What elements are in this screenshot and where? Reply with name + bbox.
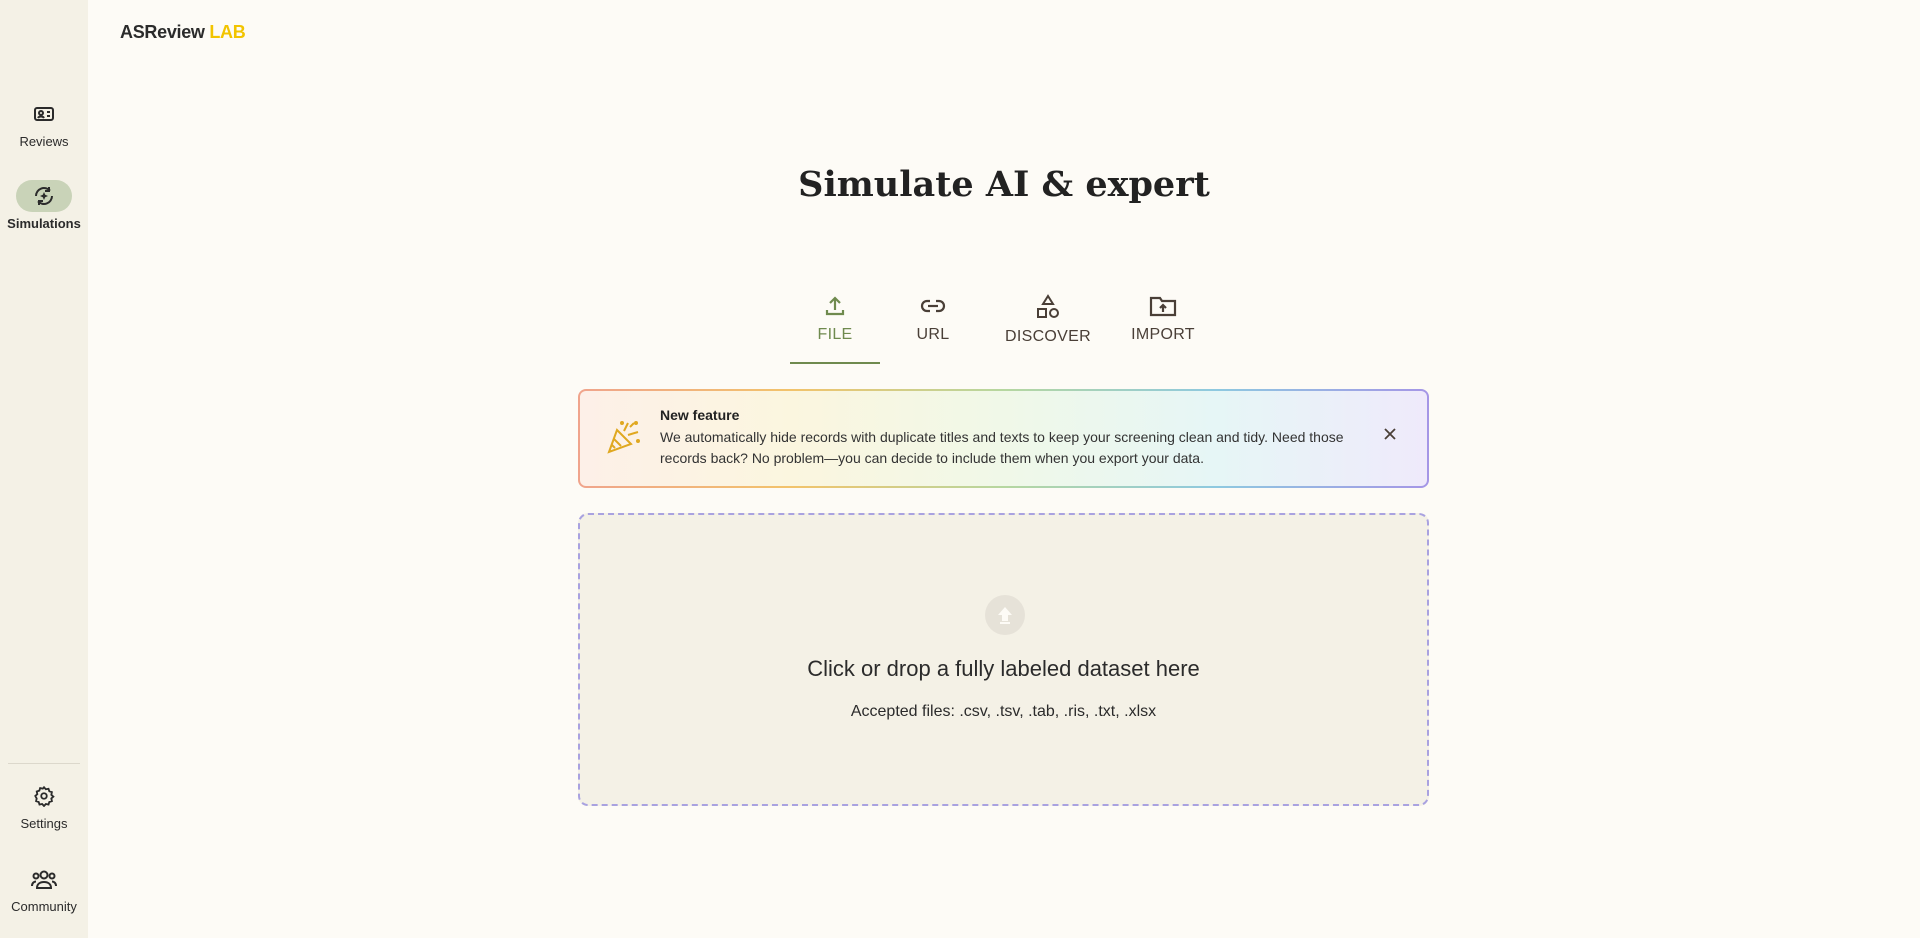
tab-label: FILE bbox=[817, 326, 853, 343]
tab-import[interactable]: IMPORT bbox=[1102, 290, 1224, 364]
sidebar-item-settings[interactable]: Settings bbox=[0, 780, 88, 831]
close-banner-button[interactable] bbox=[1383, 427, 1397, 446]
logo-main: ASReview bbox=[120, 22, 205, 42]
nav-pill bbox=[16, 863, 72, 895]
nav-pill-active bbox=[16, 180, 72, 212]
page-title: Simulate AI & expert bbox=[798, 164, 1210, 205]
banner-content: New feature We automatically hide record… bbox=[580, 391, 1427, 486]
upload-icon bbox=[825, 296, 845, 316]
folder-upload-icon bbox=[1149, 296, 1177, 317]
nav-pill bbox=[16, 98, 72, 130]
dropzone-main-text: Click or drop a fully labeled dataset he… bbox=[807, 656, 1200, 681]
sidebar-item-label: Reviews bbox=[19, 134, 69, 149]
tab-label: DISCOVER bbox=[1005, 328, 1091, 345]
close-icon bbox=[1384, 428, 1396, 440]
app-logo[interactable]: ASReview LAB bbox=[120, 22, 246, 43]
tab-label: URL bbox=[916, 326, 950, 343]
sidebar: Reviews Simulations Settings Community bbox=[0, 0, 88, 938]
party-popper-icon bbox=[607, 421, 640, 454]
sidebar-divider bbox=[8, 763, 80, 764]
banner-title: New feature bbox=[660, 407, 740, 423]
sidebar-item-label: Community bbox=[11, 899, 77, 914]
upload-arrow-icon bbox=[998, 607, 1012, 624]
tab-file[interactable]: FILE bbox=[790, 290, 880, 364]
community-icon bbox=[31, 870, 57, 889]
logo-accent: LAB bbox=[209, 22, 246, 42]
banner-text: New feature We automatically hide record… bbox=[660, 407, 1360, 469]
sidebar-item-community[interactable]: Community bbox=[0, 863, 88, 914]
tab-url[interactable]: URL bbox=[872, 290, 994, 364]
tab-discover[interactable]: DISCOVER bbox=[994, 290, 1102, 364]
simulations-icon bbox=[35, 187, 53, 205]
nav-pill bbox=[16, 780, 72, 812]
sidebar-item-simulations[interactable]: Simulations bbox=[0, 180, 88, 231]
shapes-icon bbox=[1037, 294, 1059, 318]
dropzone-accepted-files: Accepted files: .csv, .tsv, .tab, .ris, … bbox=[850, 703, 1157, 720]
sidebar-item-label: Simulations bbox=[7, 216, 81, 231]
gear-icon bbox=[34, 785, 55, 807]
sidebar-item-label: Settings bbox=[20, 816, 68, 831]
tab-label: IMPORT bbox=[1131, 326, 1195, 343]
banner-body: We automatically hide records with dupli… bbox=[660, 429, 1344, 466]
source-tabs: FILE URL DISCOVER IMPORT bbox=[790, 290, 1224, 364]
file-dropzone[interactable]: Click or drop a fully labeled dataset he… bbox=[578, 513, 1429, 806]
new-feature-banner: New feature We automatically hide record… bbox=[578, 389, 1429, 488]
reviews-icon bbox=[34, 107, 54, 121]
sidebar-item-reviews[interactable]: Reviews bbox=[0, 98, 88, 149]
link-icon bbox=[920, 299, 946, 313]
upload-circle-icon bbox=[985, 595, 1025, 635]
